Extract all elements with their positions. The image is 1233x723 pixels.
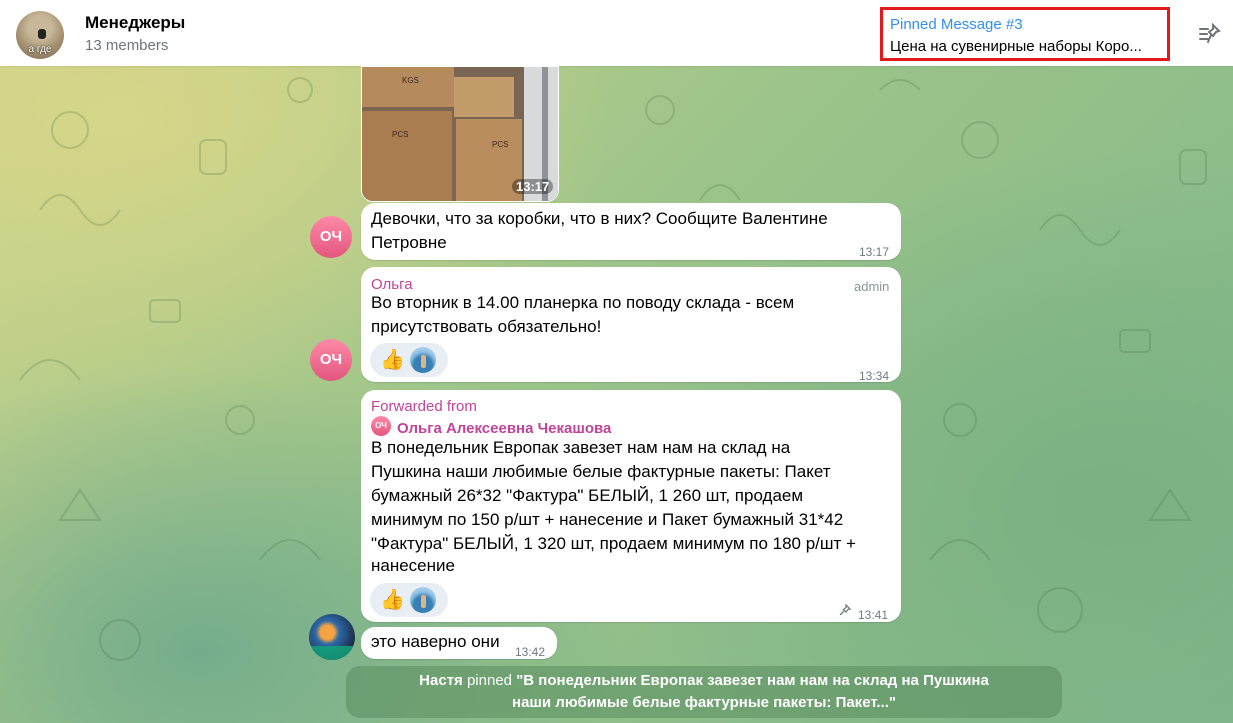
chat-header: а где Менеджеры 13 members Pinned Messag…	[0, 0, 1233, 66]
svg-text:KGS: KGS	[402, 76, 419, 85]
message-bubble[interactable]: Ольга admin Во вторник в 14.00 планерка …	[361, 267, 901, 383]
message-text-line: "Фактура" БЕЛЫЙ, 1 320 шт, продаем миним…	[371, 534, 856, 553]
service-text-line: "В понедельник Европак завезет нам нам н…	[516, 672, 989, 689]
message-text-line: нанесение	[371, 556, 455, 575]
pinned-indicator-icon	[839, 604, 851, 616]
message-text: это наверно они	[371, 632, 500, 651]
message-bubble[interactable]: Девочки, что за коробки, что в них? Сооб…	[361, 203, 901, 260]
reactor-avatar	[410, 347, 436, 373]
message-bubble[interactable]: это наверно они 13:42	[361, 627, 557, 659]
forwarded-label: Forwarded from	[371, 398, 477, 415]
sender-avatar[interactable]	[309, 614, 355, 660]
admin-badge: admin	[854, 279, 890, 294]
message-time: 13:41	[858, 608, 889, 622]
group-avatar[interactable]: а где	[16, 11, 64, 59]
svg-text:PCS: PCS	[492, 140, 508, 149]
pinned-message-label: Pinned Message #3	[890, 16, 1023, 33]
sender-avatar[interactable]: ОЧ	[310, 216, 352, 258]
member-count: 13 members	[85, 37, 169, 54]
service-action: pinned	[466, 672, 513, 689]
chat-title[interactable]: Менеджеры	[85, 13, 185, 33]
reactor-avatar	[410, 587, 436, 613]
message-time: 13:17	[859, 245, 890, 259]
message-text-line: минимум по 150 р/шт + нанесение и Пакет …	[371, 510, 844, 529]
message-text-line: Девочки, что за коробки, что в них? Сооб…	[371, 209, 828, 228]
thumbs-up-reaction[interactable]: 👍	[380, 583, 405, 617]
service-message-pinned[interactable]: Настя pinned "В понедельник Европак заве…	[346, 666, 1062, 718]
pinned-message-bar[interactable]: Pinned Message #3 Цена на сувенирные наб…	[880, 7, 1170, 61]
message-text-line: присутствовать обязательно!	[371, 317, 602, 336]
reactions[interactable]: 👍	[370, 343, 448, 377]
message-time: 13:42	[515, 645, 546, 659]
pinned-list-icon[interactable]	[1196, 20, 1224, 48]
reactions[interactable]: 👍	[370, 583, 448, 617]
thumbs-up-reaction[interactable]: 👍	[380, 343, 405, 377]
message-time: 13:17	[512, 179, 554, 194]
message-text-line: Во вторник в 14.00 планерка по поводу ск…	[371, 293, 795, 312]
message-text-line: Петровне	[371, 233, 447, 252]
message-text-line: Пушкина наши любимые белые фактурные пак…	[371, 462, 831, 481]
forwarded-avatar[interactable]: ОЧ	[371, 416, 391, 436]
service-text-line: наши любимые белые фактурные пакеты: Пак…	[512, 694, 896, 711]
message-text-line: В понедельник Европак завезет нам нам на…	[371, 438, 791, 457]
service-actor: Настя	[419, 672, 463, 689]
forwarded-message-bubble[interactable]: Forwarded from ОЧ Ольга Алексеевна Чекаш…	[361, 390, 901, 622]
group-avatar-caption: а где	[28, 44, 52, 55]
svg-text:PCS: PCS	[392, 130, 408, 139]
group-avatar-figure	[38, 29, 46, 39]
photo-message[interactable]: KGS PCS PCS 13:17	[361, 66, 559, 202]
sender-avatar[interactable]: ОЧ	[310, 339, 352, 381]
pinned-message-text: Цена на сувенирные наборы Коро...	[890, 38, 1142, 55]
message-text-line: бумажный 26*32 "Фактура" БЕЛЫЙ, 1 260 шт…	[371, 486, 804, 505]
message-time: 13:34	[859, 369, 890, 383]
